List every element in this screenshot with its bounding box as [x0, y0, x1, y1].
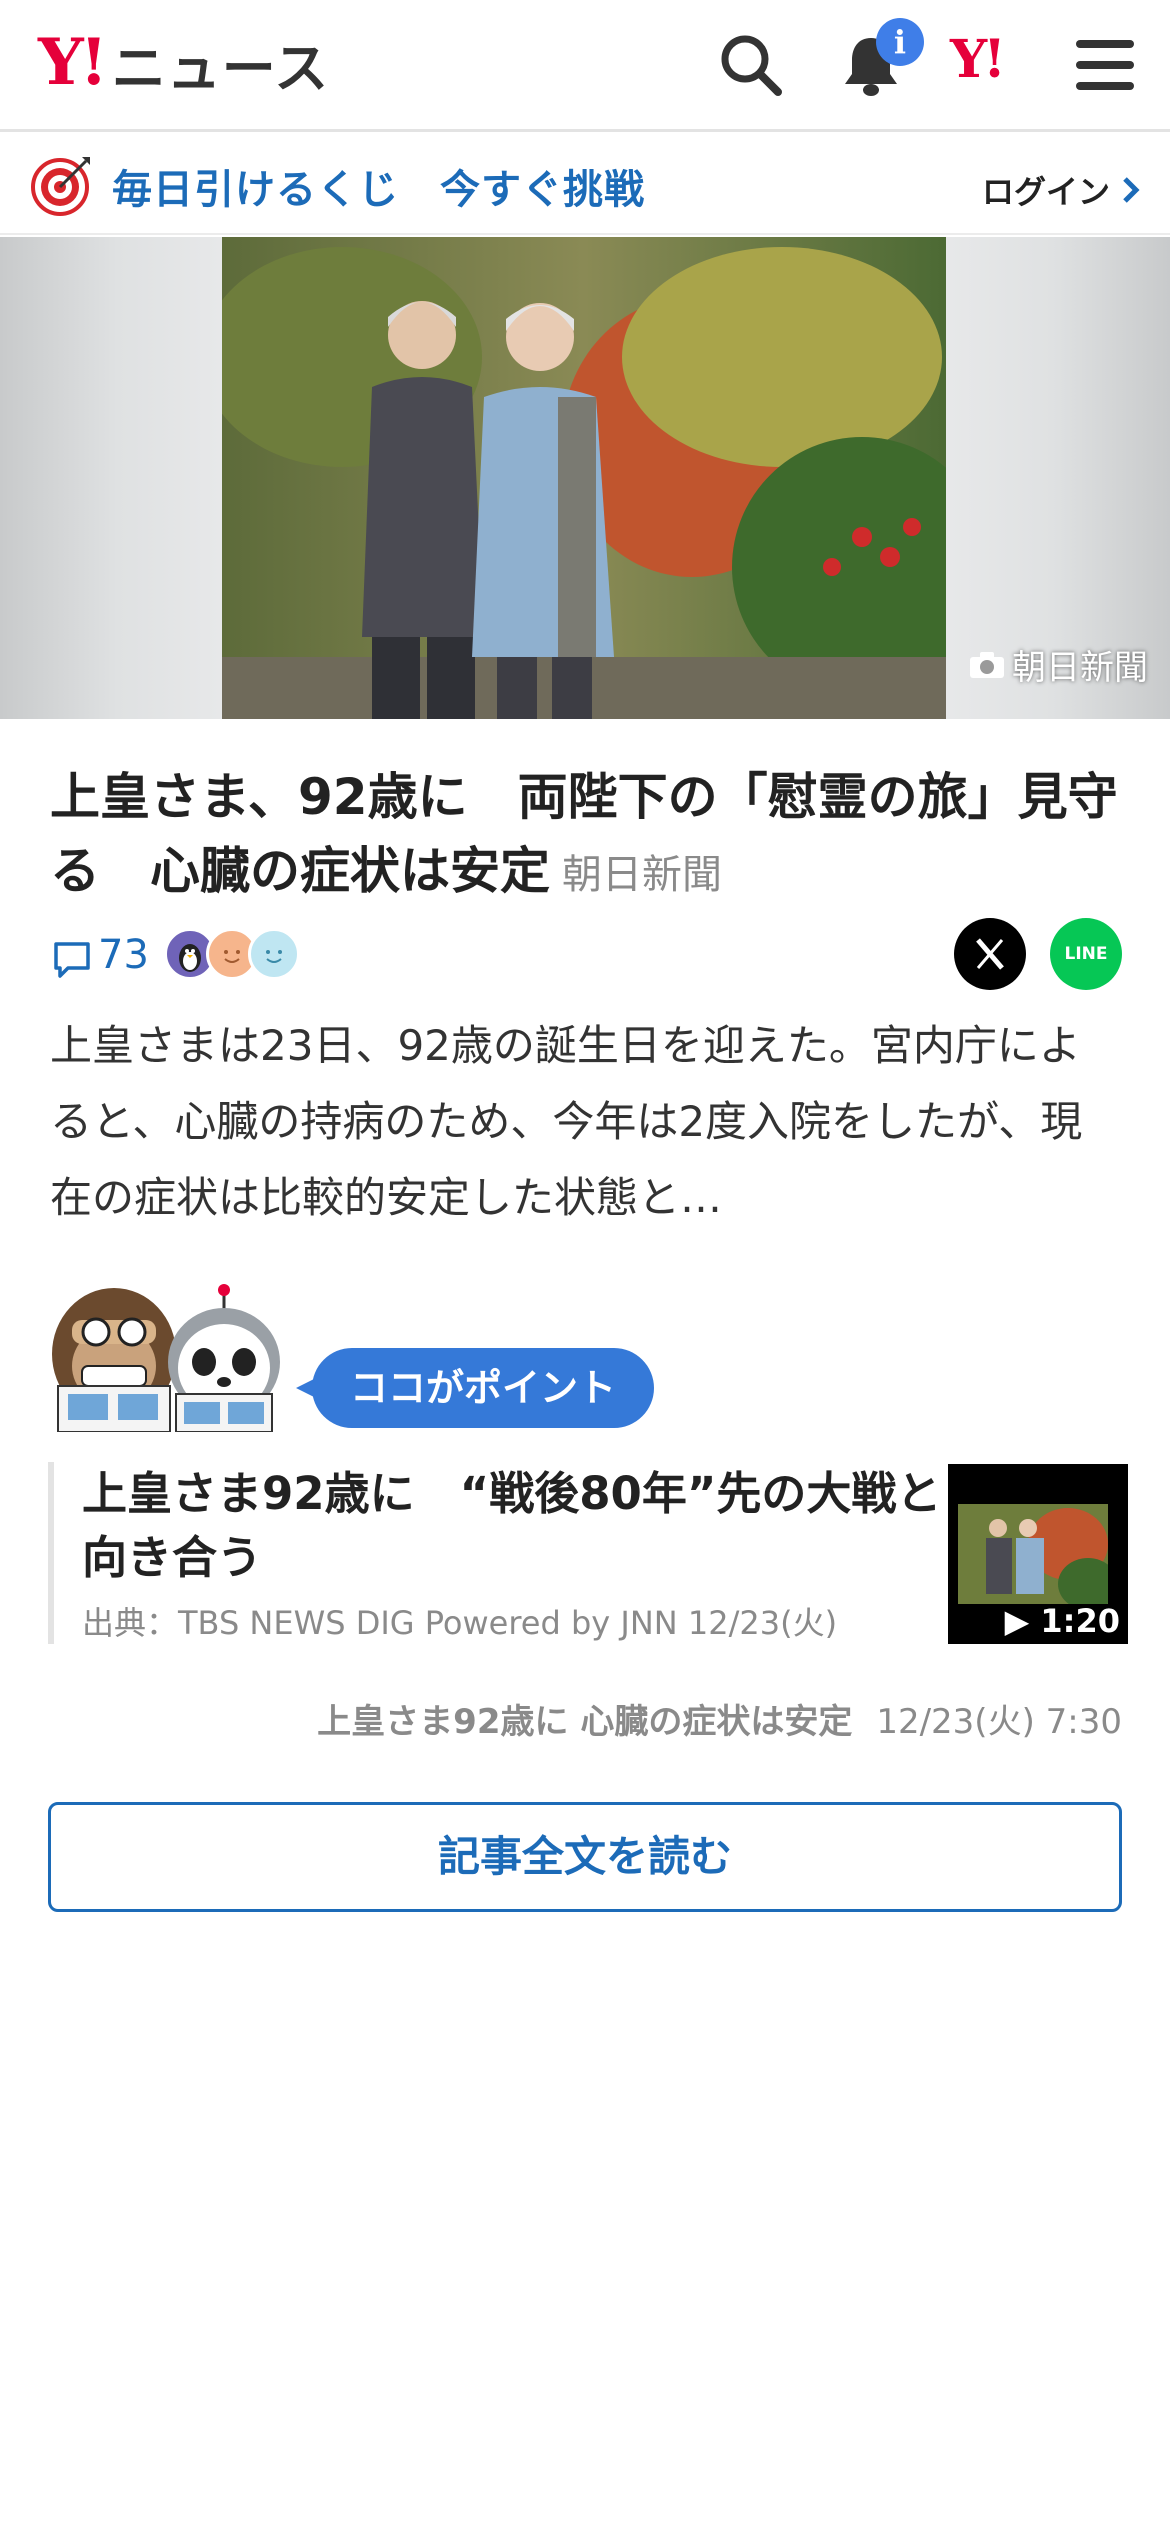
hero-image[interactable]: 朝日新聞	[0, 237, 1170, 719]
photo-credit: 朝日新聞	[968, 640, 1148, 689]
mascot-illustration	[52, 1284, 280, 1432]
avatar-face-blue	[248, 928, 300, 980]
share-x-button[interactable]	[954, 918, 1026, 990]
login-link[interactable]: ログイン	[982, 167, 1142, 213]
camera-icon	[970, 651, 1004, 678]
lottery-promo-bar: 毎日引けるくじ 今すぐ挑戦 ログイン	[0, 135, 1170, 235]
point-badge: ココがポイント	[296, 1348, 654, 1428]
share-line-button[interactable]: LINE	[1050, 918, 1122, 990]
comment-count[interactable]: 73	[98, 932, 149, 978]
article-meta: 73 LINE	[50, 918, 1122, 998]
video-duration: ▶ 1:20	[1004, 1602, 1120, 1640]
thumbnail-image	[958, 1504, 1108, 1604]
related-footer[interactable]: 上皇さま92歳に 心臓の症状は安定 12/23(火) 7:30	[317, 1694, 1122, 1743]
related-title: 上皇さま92歳に “戦後80年”先の大戦と向き合う	[82, 1467, 942, 1584]
x-logo-icon	[976, 938, 1004, 970]
menu-icon[interactable]	[1070, 30, 1140, 100]
related-footer-title: 上皇さま92歳に 心臓の症状は安定	[317, 1702, 853, 1742]
logo-text: ニュース	[111, 36, 330, 100]
related-article[interactable]: 上皇さま92歳に “戦後80年”先の大戦と向き合う 出典：TBS NEWS DI…	[48, 1462, 1128, 1644]
yahoo-news-logo[interactable]: Y! ニュース	[38, 25, 329, 100]
photo-credit-text: 朝日新聞	[1012, 648, 1148, 688]
article-photo	[222, 237, 946, 719]
yahoo-japan-link[interactable]: Y!	[950, 34, 1006, 86]
related-footer-datetime: 12/23(火) 7:30	[876, 1702, 1122, 1742]
logo-mark: Y!	[38, 25, 108, 100]
read-full-article-button[interactable]: 記事全文を読む	[48, 1802, 1122, 1912]
search-icon[interactable]	[716, 30, 786, 100]
article-lead[interactable]: 上皇さまは23日、92歳の誕生日を迎えた。宮内庁によると、心臓の持病のため、今年…	[50, 1008, 1120, 1236]
headline-source: 朝日新聞	[562, 852, 722, 898]
notification-badge: i	[876, 18, 924, 66]
app-header: Y! ニュース i Y!	[0, 0, 1170, 132]
related-source: 出典：TBS NEWS DIG Powered by JNN 12/23(火)	[82, 1604, 838, 1642]
commenter-avatars	[164, 928, 304, 980]
chevron-right-icon	[1123, 177, 1140, 203]
article-headline[interactable]: 上皇さま、92歳に 両陛下の「慰霊の旅」見守る 心臓の症状は安定 朝日新聞	[50, 760, 1130, 912]
login-label: ログイン	[981, 173, 1110, 211]
face-icon	[266, 950, 282, 963]
target-icon	[31, 157, 90, 216]
comment-icon[interactable]	[52, 940, 92, 980]
related-video-thumbnail[interactable]: ▶ 1:20	[948, 1464, 1128, 1644]
promo-link[interactable]: 毎日引けるくじ 今すぐ挑戦	[112, 157, 645, 215]
